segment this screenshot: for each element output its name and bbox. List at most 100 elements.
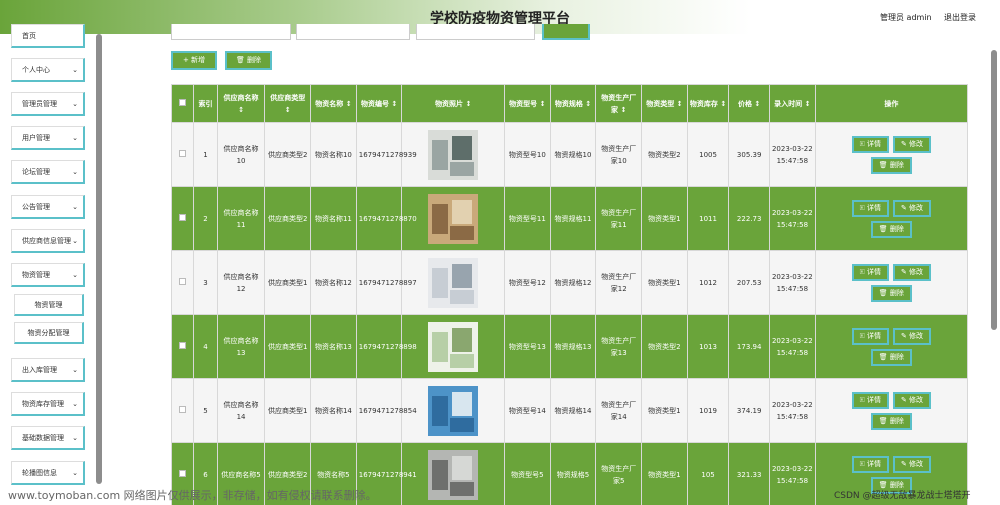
row-checkbox-cell[interactable]	[170, 314, 195, 379]
cell-index: 3	[193, 250, 218, 315]
col-header[interactable]: 物资型号 ↕	[503, 84, 551, 123]
detail-button[interactable]: 🗉 详情	[851, 135, 889, 153]
select-all-checkbox-cell[interactable]	[170, 84, 195, 123]
edit-button[interactable]: ✎ 修改	[892, 135, 932, 153]
sidebar-item-admins[interactable]: 管理员管理 ⌄	[11, 92, 85, 116]
chevron-down-icon: ⌄	[72, 469, 78, 477]
delete-button[interactable]: 🗑 删除	[870, 348, 912, 366]
sidebar-item-carousel[interactable]: 轮播图信息 ⌄	[11, 461, 85, 485]
detail-button[interactable]: 🗉 详情	[851, 455, 889, 473]
sidebar-item-inout[interactable]: 出入库管理 ⌄	[11, 358, 85, 382]
col-header[interactable]: 物资规格 ↕	[549, 84, 597, 123]
row-checkbox[interactable]	[179, 149, 187, 157]
sidebar-item-materials[interactable]: 物资管理 ⌄	[11, 263, 85, 287]
edit-button[interactable]: ✎ 修改	[892, 391, 932, 409]
search-button[interactable]	[542, 24, 590, 40]
row-checkbox[interactable]	[179, 213, 187, 221]
chevron-down-icon: ⌄	[72, 100, 78, 108]
sidebar-item-home[interactable]: 首页	[11, 24, 85, 48]
material-photo[interactable]	[428, 321, 479, 372]
row-checkbox[interactable]	[179, 405, 187, 413]
chevron-down-icon: ⌄	[72, 400, 78, 408]
sidebar-item-forum[interactable]: 论坛管理 ⌄	[11, 160, 85, 184]
current-user: 管理员 admin	[880, 13, 932, 22]
material-photo[interactable]	[428, 257, 479, 308]
cell-entry-time: 2023-03-22 15:47:58	[768, 250, 816, 315]
detail-button[interactable]: 🗉 详情	[851, 327, 889, 345]
col-header[interactable]: 物资类型 ↕	[641, 84, 688, 123]
material-photo[interactable]	[428, 449, 479, 500]
delete-button[interactable]: 🗑 删除	[870, 156, 912, 174]
col-header[interactable]: 物资生产厂家 ↕	[595, 84, 643, 123]
sidebar-item-label: 管理员管理	[22, 100, 57, 108]
main-scrollbar[interactable]	[991, 50, 997, 330]
cell-stock: 1013	[686, 314, 730, 379]
cell-photo	[401, 250, 505, 315]
cell-material-name: 物资名称10	[310, 122, 357, 187]
bulk-delete-button[interactable]: 🗑 删除	[225, 51, 272, 70]
cell-supplier-type: 供应商类型1	[264, 314, 312, 379]
detail-button[interactable]: 🗉 详情	[851, 263, 889, 281]
col-header[interactable]: 录入时间 ↕	[768, 84, 816, 123]
sidebar-item-label: 轮播图信息	[22, 469, 57, 477]
row-checkbox-cell[interactable]	[170, 378, 195, 443]
cell-model: 物资型号5	[503, 442, 551, 505]
select-all-checkbox[interactable]	[179, 98, 187, 106]
cell-entry-time: 2023-03-22 15:47:58	[768, 442, 816, 505]
search-input[interactable]	[171, 24, 291, 40]
cell-supplier: 供应商名称14	[216, 378, 266, 443]
cell-model: 物资型号14	[503, 378, 551, 443]
material-photo[interactable]	[428, 385, 479, 436]
sidebar-item-basedata[interactable]: 基础数据管理 ⌄	[11, 426, 85, 450]
edit-button[interactable]: ✎ 修改	[892, 455, 932, 473]
logout-link[interactable]: 退出登录	[944, 12, 976, 23]
material-photo[interactable]	[428, 129, 479, 180]
row-checkbox-cell[interactable]	[170, 122, 195, 187]
delete-button[interactable]: 🗑 删除	[870, 284, 912, 302]
col-header[interactable]: 物资库存 ↕	[686, 84, 730, 123]
detail-button[interactable]: 🗉 详情	[851, 199, 889, 217]
detail-button[interactable]: 🗉 详情	[851, 391, 889, 409]
search-input[interactable]	[416, 24, 535, 40]
edit-button[interactable]: ✎ 修改	[892, 327, 932, 345]
col-header[interactable]: 物资编号 ↕	[355, 84, 403, 123]
sidebar-item-suppliers[interactable]: 供应商信息管理 ⌄	[11, 229, 85, 253]
col-header[interactable]: 物资照片 ↕	[401, 84, 505, 123]
cell-spec: 物资规格14	[549, 378, 597, 443]
cell-entry-time: 2023-03-22 15:47:58	[768, 314, 816, 379]
delete-button[interactable]: 🗑 删除	[870, 220, 912, 238]
col-header[interactable]: 供应商类型 ↕	[264, 84, 312, 123]
delete-button[interactable]: 🗑 删除	[870, 412, 912, 430]
cell-photo	[401, 122, 505, 187]
row-checkbox-cell[interactable]	[170, 250, 195, 315]
cell-material-type: 物资类型1	[641, 378, 688, 443]
sidebar-item-label: 供应商信息管理	[22, 237, 71, 245]
search-input[interactable]	[296, 24, 410, 40]
sidebar-item-users[interactable]: 用户管理 ⌄	[11, 126, 85, 150]
col-header[interactable]: 物资名称 ↕	[310, 84, 357, 123]
edit-button[interactable]: ✎ 修改	[892, 199, 932, 217]
row-checkbox-cell[interactable]	[170, 186, 195, 251]
sidebar-subitem-allocation[interactable]: 物资分配管理	[14, 322, 84, 344]
material-photo[interactable]	[428, 193, 479, 244]
cell-photo	[401, 186, 505, 251]
row-checkbox[interactable]	[179, 341, 187, 349]
col-header[interactable]: 价格 ↕	[728, 84, 770, 123]
cell-spec: 物资规格10	[549, 122, 597, 187]
table-row: 4 供应商名称13 供应商类型1 物资名称13 1679471278898 物资型号13 物…	[170, 314, 969, 379]
cell-stock: 1011	[686, 186, 730, 251]
sidebar-item-profile[interactable]: 个人中心 ⌄	[11, 58, 85, 82]
chevron-down-icon: ⌄	[72, 434, 78, 442]
col-header[interactable]: 供应商名称 ↕	[216, 84, 266, 123]
sidebar-item-inventory[interactable]: 物资库存管理 ⌄	[11, 392, 85, 416]
cell-spec: 物资规格11	[549, 186, 597, 251]
add-button[interactable]: + 新增	[171, 51, 217, 70]
sidebar-subitem-materials[interactable]: 物资管理	[14, 294, 84, 316]
cell-maker: 物资生产厂家11	[595, 186, 643, 251]
edit-button[interactable]: ✎ 修改	[892, 263, 932, 281]
row-checkbox[interactable]	[179, 469, 187, 477]
sidebar-scrollbar[interactable]	[96, 34, 102, 484]
sidebar-item-notices[interactable]: 公告管理 ⌄	[11, 195, 85, 219]
row-checkbox[interactable]	[179, 277, 187, 285]
chevron-down-icon: ⌄	[72, 134, 78, 142]
